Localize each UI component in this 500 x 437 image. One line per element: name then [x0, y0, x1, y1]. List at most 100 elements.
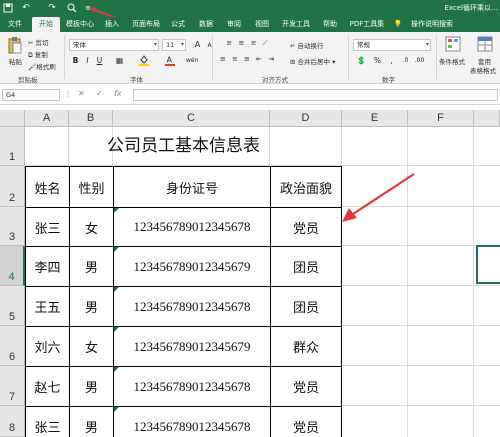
percent-button[interactable]: % — [372, 55, 383, 66]
row-header-5[interactable]: 5 — [0, 286, 25, 326]
align-horizontal-icons[interactable]: ≡ ≡ ≡ ⇤ ⇥ — [218, 55, 278, 63]
copy-icon: ⧉ — [28, 51, 33, 59]
merge-center-button[interactable]: ⊞ 合并后居中 ▾ — [290, 56, 335, 66]
row-header-3[interactable]: 3 — [0, 207, 25, 246]
enter-icon[interactable]: ✓ — [96, 89, 103, 98]
fill-color-icon[interactable] — [138, 55, 149, 66]
tab-page-layout[interactable]: 页面布局 — [128, 17, 164, 32]
column-header-g[interactable] — [474, 110, 500, 127]
cell-political-status[interactable]: 党员 — [271, 407, 342, 437]
cancel-icon[interactable]: ✕ — [78, 89, 85, 98]
row-header-4[interactable]: 4 — [0, 246, 25, 286]
conditional-formatting-icon[interactable] — [444, 36, 462, 54]
cell-political-status[interactable]: 党员 — [271, 367, 342, 407]
paste-icon[interactable] — [7, 36, 23, 54]
cell-political-status[interactable]: 团员 — [271, 287, 342, 327]
wrap-text-button[interactable]: ↵ 自动换行 — [290, 40, 324, 50]
cell-name[interactable]: 赵七 — [26, 367, 70, 407]
header-gender[interactable]: 性别 — [70, 167, 114, 208]
tab-developer[interactable]: 开发工具 — [278, 17, 314, 32]
row-header-7[interactable]: 7 — [0, 366, 25, 406]
cell-gender[interactable]: 女 — [70, 208, 114, 247]
borders-icon[interactable]: ▦ — [114, 55, 125, 66]
format-painter-button[interactable]: 🖌格式刷 — [28, 61, 56, 71]
scissors-icon: ✂ — [28, 39, 34, 47]
cell-gender[interactable]: 男 — [70, 247, 114, 287]
format-as-table-icon[interactable] — [476, 36, 494, 54]
tab-file[interactable]: 文件 — [0, 17, 30, 32]
cell-id-number[interactable]: 123456789012345678 — [114, 407, 271, 437]
column-header-a[interactable]: A — [25, 110, 69, 127]
tab-help[interactable]: 帮助 — [318, 17, 342, 32]
sheet-title-cell[interactable]: 公司员工基本信息表 — [25, 132, 342, 160]
cell-gender[interactable]: 女 — [70, 327, 114, 367]
column-header-b[interactable]: B — [69, 110, 113, 127]
cell-gender[interactable]: 男 — [70, 287, 114, 327]
cell-id-number[interactable]: 123456789012345678 — [114, 208, 271, 247]
tab-formulas[interactable]: 公式 — [166, 17, 190, 32]
cell-gender[interactable]: 男 — [70, 407, 114, 437]
formula-input[interactable] — [133, 89, 498, 101]
header-id-number[interactable]: 身份证号 — [114, 167, 271, 208]
cell-name[interactable]: 刘六 — [26, 327, 70, 367]
row-header-8[interactable]: 8 — [0, 406, 25, 437]
shrink-font-button[interactable]: A — [204, 40, 215, 51]
row-header-6[interactable]: 6 — [0, 326, 25, 366]
align-top-icons[interactable]: ≡ ≡ ≡ ⟋ — [218, 39, 278, 48]
conditional-formatting-label[interactable]: 条件格式 — [439, 56, 465, 66]
comma-button[interactable]: , — [386, 55, 397, 66]
cell-name[interactable]: 李四 — [26, 247, 70, 287]
header-political-status[interactable]: 政治面貌 — [271, 167, 342, 208]
cell-name[interactable]: 张三 — [26, 407, 70, 437]
cut-button[interactable]: ✂ 剪切 — [28, 37, 49, 47]
underline-button[interactable]: U — [94, 55, 105, 66]
phonetic-guide-button[interactable]: wén — [186, 55, 198, 66]
font-name-select[interactable]: 宋体 ▾ — [69, 39, 159, 51]
format-as-table-label-2[interactable]: 表格格式 — [470, 65, 496, 75]
cell-political-status[interactable]: 群众 — [271, 327, 342, 367]
insert-function-button[interactable]: fx — [114, 89, 122, 98]
column-header-f[interactable]: F — [408, 110, 474, 127]
copy-button[interactable]: ⧉ 复制 — [28, 49, 48, 60]
number-format-select[interactable]: 常规 ▾ — [353, 39, 431, 51]
column-header-c[interactable]: C — [113, 110, 270, 127]
undo-icon[interactable]: ↶ — [20, 2, 32, 14]
cell-name[interactable]: 张三 — [26, 208, 70, 247]
cell-gender[interactable]: 男 — [70, 367, 114, 407]
tab-view[interactable]: 视图 — [250, 17, 274, 32]
tell-me-search[interactable]: 操作说明搜索 — [406, 17, 458, 32]
row-header-2[interactable]: 2 — [0, 166, 25, 207]
print-preview-icon[interactable] — [66, 2, 78, 14]
active-cell-g4[interactable] — [476, 245, 500, 284]
tab-template-center[interactable]: 模板中心 — [62, 17, 98, 32]
header-name[interactable]: 姓名 — [26, 167, 70, 208]
cell-name[interactable]: 王五 — [26, 287, 70, 327]
row-header-1[interactable]: 1 — [0, 127, 25, 166]
cell-political-status[interactable]: 团员 — [271, 247, 342, 287]
save-icon[interactable] — [2, 2, 14, 14]
name-box[interactable]: G4 — [2, 89, 60, 101]
cell-id-number[interactable]: 123456789012345679 — [114, 247, 271, 287]
cell-id-number[interactable]: 123456789012345679 — [114, 327, 271, 367]
tab-data[interactable]: 数据 — [194, 17, 218, 32]
column-header-d[interactable]: D — [270, 110, 342, 127]
tab-insert[interactable]: 插入 — [100, 17, 124, 32]
cell-id-number[interactable]: 123456789012345678 — [114, 367, 271, 407]
cell-id-number[interactable]: 123456789012345678 — [114, 287, 271, 327]
select-all-corner[interactable] — [0, 110, 25, 127]
tab-home[interactable]: 开始 — [32, 17, 60, 32]
tab-review[interactable]: 审阅 — [222, 17, 246, 32]
font-size-select[interactable]: 11 ▾ — [162, 39, 186, 51]
tab-pdf-tools[interactable]: PDF工具集 — [346, 17, 388, 32]
decrease-decimal-icon[interactable]: .00 — [414, 55, 425, 66]
paste-label[interactable]: 粘贴 — [9, 56, 22, 66]
bold-button[interactable]: B — [70, 55, 81, 66]
redo-icon[interactable]: ↷ — [46, 2, 58, 14]
column-header-e[interactable]: E — [342, 110, 408, 127]
currency-icon[interactable]: 💲 — [356, 55, 367, 66]
italic-button[interactable]: I — [82, 55, 93, 66]
grow-font-button[interactable]: A — [192, 39, 203, 50]
font-color-icon[interactable]: A — [164, 55, 175, 66]
increase-decimal-icon[interactable]: .0 — [400, 55, 411, 66]
cell-political-status[interactable]: 党员 — [271, 208, 342, 247]
